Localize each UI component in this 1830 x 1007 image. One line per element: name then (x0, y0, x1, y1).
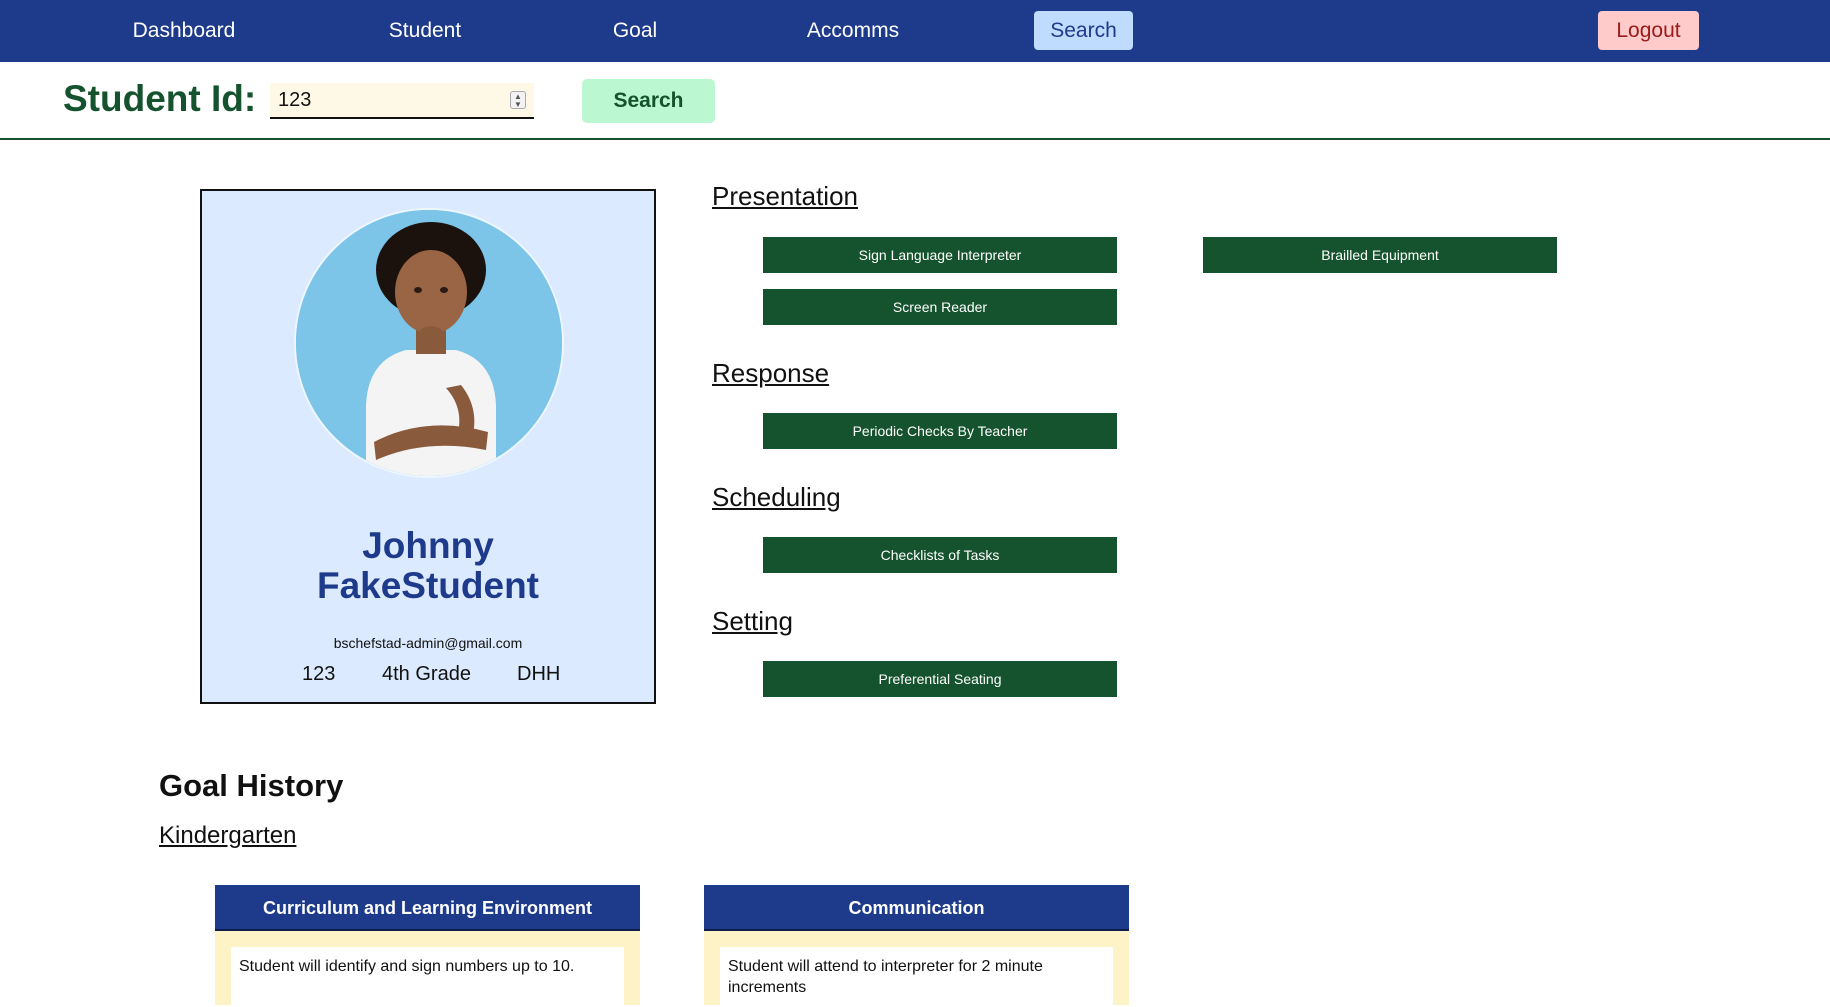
goal-area: Curriculum and Learning Environment (215, 885, 640, 931)
goal-text: Student will attend to interpreter for 2… (720, 947, 1113, 1007)
student-profile-card: Johnny FakeStudent bschefstad-admin@gmai… (200, 189, 656, 704)
nav-accomms[interactable]: Accomms (790, 0, 916, 62)
student-photo-icon (296, 210, 562, 476)
nav-goal[interactable]: Goal (598, 0, 672, 62)
accommodation-brailled-equipment[interactable]: Brailled Equipment (1203, 237, 1557, 273)
logout-button[interactable]: Logout (1598, 11, 1699, 50)
student-last-name: FakeStudent (316, 565, 540, 606)
accommodation-preferential-seating[interactable]: Preferential Seating (763, 661, 1117, 697)
student-search-button[interactable]: Search (582, 79, 715, 123)
avatar (294, 208, 564, 478)
presentation-heading: Presentation (712, 181, 858, 211)
accommodation-checklists[interactable]: Checklists of Tasks (763, 537, 1117, 573)
response-heading: Response (712, 358, 830, 388)
goal-history-title: Goal History (159, 768, 344, 803)
student-id-input[interactable] (278, 83, 498, 117)
header-divider (0, 138, 1830, 140)
goal-card: Communication Student will attend to int… (704, 885, 1129, 1007)
accommodation-screen-reader[interactable]: Screen Reader (763, 289, 1117, 325)
goal-card: Curriculum and Learning Environment Stud… (215, 885, 640, 1007)
goal-history-grade[interactable]: Kindergarten (159, 822, 296, 850)
student-category: DHH (517, 663, 561, 685)
number-spinner-icon[interactable]: ▲ ▼ (510, 91, 526, 109)
student-grade: 4th Grade (382, 663, 471, 685)
accommodation-sign-language-interpreter[interactable]: Sign Language Interpreter (763, 237, 1117, 273)
student-name: Johnny FakeStudent (202, 526, 654, 606)
accommodation-periodic-checks[interactable]: Periodic Checks By Teacher (763, 413, 1117, 449)
nav-student[interactable]: Student (375, 0, 475, 62)
top-nav: Dashboard Student Goal Accomms Search Lo… (0, 0, 1830, 62)
student-first-name: Johnny (362, 525, 494, 566)
student-id-value: 123 (302, 663, 336, 685)
goal-area: Communication (704, 885, 1129, 931)
nav-dashboard[interactable]: Dashboard (118, 0, 250, 62)
setting-heading: Setting (712, 606, 793, 636)
scheduling-heading: Scheduling (712, 482, 841, 512)
student-id-field: ▲▼ (270, 83, 534, 119)
student-id-label: Student Id: (63, 78, 257, 119)
goal-text: Student will identify and sign numbers u… (231, 947, 624, 1007)
student-email: bschefstad-admin@gmail.com (333, 635, 523, 651)
nav-search-button[interactable]: Search (1034, 11, 1133, 50)
